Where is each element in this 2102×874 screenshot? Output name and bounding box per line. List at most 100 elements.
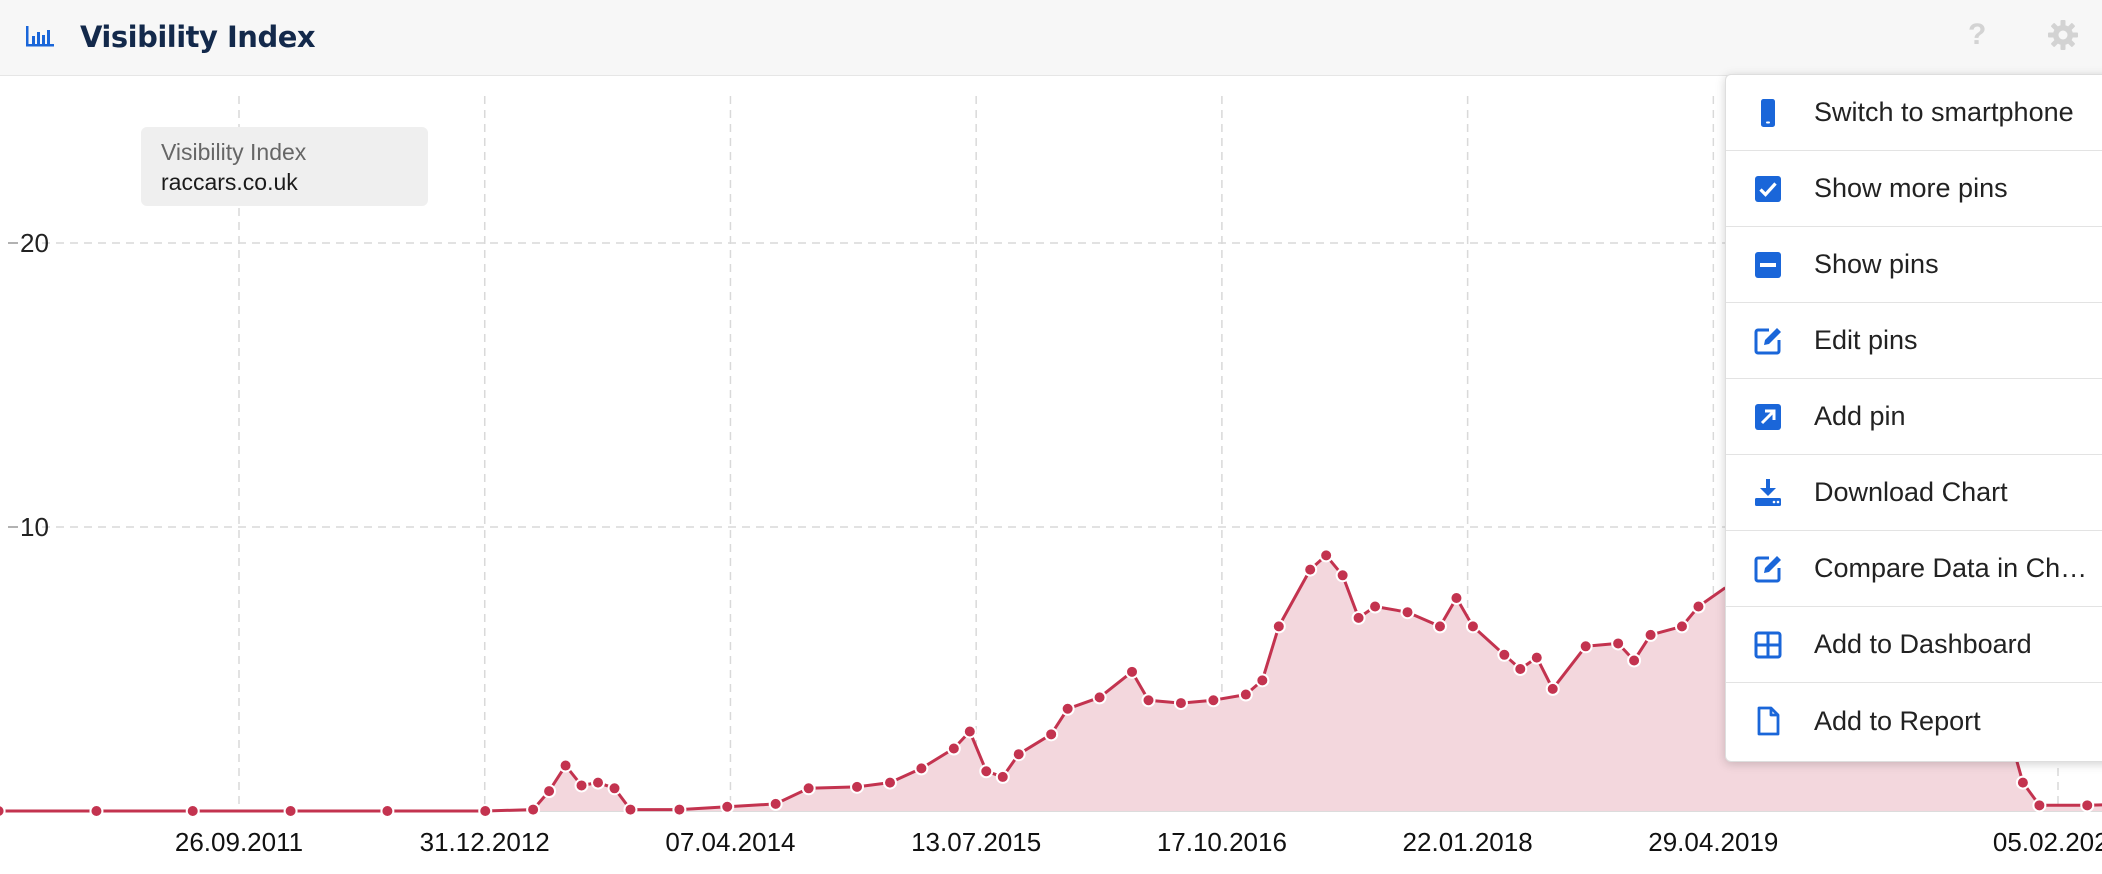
- data-point: [1141, 693, 1156, 708]
- data-point: [883, 775, 898, 790]
- menu-item-label: Add to Dashboard: [1814, 629, 2032, 659]
- grid-icon: [1754, 631, 1782, 658]
- data-point: [1060, 701, 1075, 716]
- menu-item-compare-data[interactable]: Compare Data in Charts: [1726, 531, 2102, 607]
- data-point: [1611, 636, 1626, 651]
- data-point: [1044, 727, 1059, 742]
- data-point: [1319, 548, 1334, 563]
- data-point: [1643, 627, 1658, 642]
- x-tick-label: 07.04.2014: [665, 827, 795, 857]
- y-tick-label: 20: [20, 228, 49, 258]
- data-point: [607, 781, 622, 796]
- data-point: [1578, 639, 1593, 654]
- tooltip-domain: raccars.co.uk: [161, 169, 298, 195]
- data-point: [380, 804, 395, 818]
- data-point: [591, 775, 606, 790]
- menu-item-label: Add pin: [1814, 401, 1906, 431]
- data-point: [1368, 599, 1383, 614]
- bar-chart-icon: [26, 26, 54, 47]
- data-point: [1255, 673, 1270, 688]
- edit-icon: [1754, 327, 1781, 354]
- widget-header: Visibility Index ?: [0, 0, 2102, 76]
- data-point: [1432, 619, 1447, 634]
- menu-item-switch-smartphone[interactable]: Switch to smartphone: [1726, 75, 2102, 151]
- data-point: [672, 802, 687, 817]
- download-icon: [1755, 478, 1781, 506]
- checkbox-indeterminate-icon: [1755, 251, 1781, 278]
- menu-item-show-more-pins[interactable]: Show more pins: [1726, 151, 2102, 227]
- x-tick-label: 22.01.2018: [1403, 827, 1533, 857]
- data-point: [185, 804, 200, 818]
- x-tick-label: 29.04.2019: [1648, 827, 1778, 857]
- data-point: [962, 724, 977, 739]
- data-point: [2080, 798, 2095, 813]
- gear-icon[interactable]: [2046, 18, 2080, 52]
- data-point: [914, 761, 929, 776]
- data-point: [995, 769, 1010, 784]
- data-point: [768, 796, 783, 811]
- data-point: [623, 802, 638, 817]
- x-tick-label: 17.10.2016: [1157, 827, 1287, 857]
- data-point: [558, 758, 573, 773]
- menu-item-label: Download Chart: [1814, 477, 2008, 507]
- data-point: [1627, 653, 1642, 668]
- data-point: [1011, 747, 1026, 762]
- data-point: [979, 764, 994, 779]
- data-point: [1238, 687, 1253, 702]
- data-point: [89, 804, 104, 818]
- data-point: [1206, 693, 1221, 708]
- data-point: [1497, 647, 1512, 662]
- help-icon[interactable]: ?: [1968, 18, 1986, 52]
- menu-item-label: Edit pins: [1814, 325, 1918, 355]
- x-tick-label: 26.09.2011: [175, 827, 303, 857]
- menu-item-add-to-report[interactable]: Add to Report: [1726, 683, 2102, 759]
- data-point: [574, 778, 589, 793]
- data-point: [801, 781, 816, 796]
- data-point: [478, 804, 493, 818]
- data-point: [542, 784, 557, 799]
- menu-item-label: Show pins: [1814, 249, 1939, 279]
- menu-item-label: Add to Report: [1814, 705, 1981, 736]
- data-point: [1529, 650, 1544, 665]
- smartphone-icon: [1761, 98, 1775, 127]
- menu-item-label: Show more pins: [1814, 173, 2008, 203]
- menu-item-download-chart[interactable]: Download Chart: [1726, 455, 2102, 531]
- x-tick-label: 13.07.2015: [911, 827, 1041, 857]
- data-point: [1303, 562, 1318, 577]
- data-point: [1691, 599, 1706, 614]
- y-axis-ticks: 10 20: [8, 228, 49, 542]
- data-point: [1674, 619, 1689, 634]
- data-point: [2015, 775, 2030, 790]
- data-point: [526, 802, 541, 817]
- data-point: [850, 779, 865, 794]
- menu-item-show-pins[interactable]: Show pins: [1726, 227, 2102, 303]
- y-tick-label: 10: [20, 512, 49, 542]
- checkbox-checked-icon: [1755, 175, 1781, 202]
- x-tick-label: 05.02.2021: [1993, 827, 2102, 857]
- menu-item-label: Switch to smartphone: [1814, 97, 2074, 127]
- widget-title: Visibility Index: [80, 20, 316, 54]
- data-point: [1271, 619, 1286, 634]
- data-point: [1449, 591, 1464, 605]
- data-point: [2032, 798, 2047, 813]
- chart-tooltip: Visibility Index raccars.co.uk: [141, 127, 428, 206]
- edit-icon: [1754, 555, 1781, 582]
- menu-item-add-to-dashboard[interactable]: Add to Dashboard: [1726, 607, 2102, 683]
- data-point: [946, 741, 961, 756]
- data-point: [0, 804, 6, 818]
- x-tick-label: 31.12.2012: [420, 827, 550, 857]
- data-point: [1125, 664, 1140, 679]
- data-point: [1173, 696, 1188, 711]
- data-point: [1335, 568, 1350, 583]
- arrow-up-right-icon: [1755, 403, 1781, 430]
- data-point: [1513, 662, 1528, 676]
- data-point: [1465, 619, 1480, 634]
- tooltip-title: Visibility Index: [161, 139, 307, 165]
- data-point: [1092, 690, 1107, 705]
- data-point: [1545, 681, 1560, 696]
- data-point: [1351, 610, 1366, 625]
- menu-item-add-pin[interactable]: Add pin: [1726, 379, 2102, 455]
- data-point: [283, 804, 298, 818]
- menu-item-label: Compare Data in Charts: [1814, 553, 2094, 583]
- menu-item-edit-pins[interactable]: Edit pins: [1726, 303, 2102, 379]
